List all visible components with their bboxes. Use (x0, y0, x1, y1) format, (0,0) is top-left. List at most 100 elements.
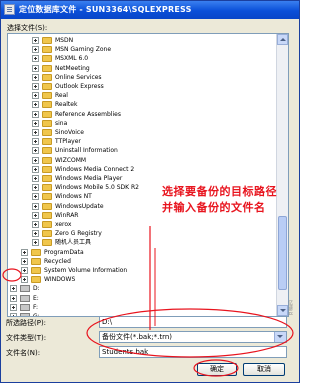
tree-row-folder-15[interactable]: Windows Media Player (8, 174, 276, 183)
tree-row-folder-5[interactable]: Outlook Express (8, 82, 276, 91)
tree-row-label: Online Services (55, 73, 102, 81)
tree-row-label: TTPlayer (55, 138, 81, 146)
path-field[interactable]: D:\ (99, 316, 287, 328)
tree-row-folder-8[interactable]: Reference Assemblies (8, 110, 276, 119)
tree-row-folder-11[interactable]: TTPlayer (8, 137, 276, 146)
expand-icon[interactable] (10, 285, 17, 293)
folder-icon (42, 83, 52, 90)
expand-icon[interactable] (32, 165, 39, 173)
select-file-label: 选择文件(S): (7, 24, 48, 32)
drive-icon (20, 294, 30, 302)
scroll-up-button[interactable] (277, 34, 288, 45)
expand-icon[interactable] (32, 129, 39, 136)
window-title: 定位数据库文件 - SUN3364\SQLEXPRESS (19, 5, 192, 14)
folder-icon (31, 248, 41, 256)
expand-icon[interactable] (32, 175, 39, 182)
tree-row-label: ProgramData (44, 248, 84, 256)
folder-icon (42, 55, 52, 63)
expand-icon[interactable] (21, 276, 28, 284)
expand-icon[interactable] (32, 64, 39, 72)
expand-icon[interactable] (32, 239, 39, 247)
cancel-button[interactable]: 取消 (243, 363, 285, 376)
tree-row-drive-2[interactable]: F: (8, 303, 276, 312)
title-bar: 定位数据库文件 - SUN3364\SQLEXPRESS (1, 1, 299, 19)
folder-icon (42, 119, 52, 127)
expand-icon[interactable] (21, 248, 28, 256)
expand-icon[interactable] (32, 92, 39, 100)
expand-icon[interactable] (32, 55, 39, 63)
expand-icon[interactable] (32, 184, 39, 192)
expand-icon[interactable] (32, 147, 39, 155)
expand-icon[interactable] (32, 221, 39, 228)
tree-row-folder-9[interactable]: sina (8, 119, 276, 128)
chevron-down-icon[interactable] (274, 332, 286, 342)
expand-icon[interactable] (32, 156, 39, 164)
file-tree[interactable]: MSDN MSN Gaming Zone MSXML 6.0 NetMeeting On… (7, 33, 289, 317)
expand-icon[interactable] (32, 193, 39, 201)
tree-row-folder-13[interactable]: WIZCOMM (8, 156, 276, 165)
tree-row-label: Windows Media Player (55, 175, 123, 182)
folder-icon (42, 64, 52, 72)
tree-row-label: NetMeeting (55, 64, 90, 72)
expand-icon[interactable] (32, 73, 39, 81)
tree-row-drive-1[interactable]: E: (8, 294, 276, 303)
tree-row-drive-0[interactable]: D: (8, 284, 276, 293)
drive-icon (20, 313, 30, 316)
tree-row-label: WinRAR (55, 211, 79, 219)
expand-icon[interactable] (32, 46, 39, 54)
expand-icon[interactable] (32, 83, 39, 90)
expand-icon[interactable] (21, 257, 28, 265)
tree-row-root-3[interactable]: WINDOWS (8, 275, 276, 284)
tree-row-folder-20[interactable]: xerox (8, 220, 276, 229)
tree-row-label: Real (55, 92, 68, 100)
folder-icon (42, 138, 52, 146)
expand-icon[interactable] (32, 202, 39, 210)
expand-icon[interactable] (32, 37, 39, 44)
tree-row-label: MSN Gaming Zone (55, 46, 112, 54)
tree-scrollbar[interactable] (276, 34, 288, 316)
scroll-thumb[interactable] (278, 216, 287, 290)
tree-row-folder-2[interactable]: MSXML 6.0 (8, 54, 276, 63)
file-type-select[interactable]: 备份文件(*.bak;*.trn) (99, 331, 287, 343)
expand-icon[interactable] (10, 303, 17, 311)
tree-row-label: G: (33, 313, 40, 317)
expand-icon[interactable] (32, 138, 39, 146)
tree-row-folder-22[interactable]: 随机人员工具 (8, 238, 276, 247)
expand-icon[interactable] (32, 101, 39, 109)
expand-icon[interactable] (21, 267, 28, 274)
expand-icon[interactable] (32, 211, 39, 219)
expand-icon[interactable] (32, 110, 39, 118)
tree-row-folder-0[interactable]: MSDN (8, 36, 276, 45)
annotation-text: 选择要备份的目标路径并输入备份的文件名 (162, 185, 277, 214)
ok-button[interactable]: 确定 (197, 363, 237, 376)
tree-row-label: D: (33, 285, 40, 293)
expand-icon[interactable] (10, 313, 17, 316)
tree-row-root-0[interactable]: ProgramData (8, 248, 276, 257)
tree-row-folder-1[interactable]: MSN Gaming Zone (8, 45, 276, 54)
tree-row-label: MSDN (55, 37, 74, 44)
folder-icon (42, 193, 52, 201)
tree-row-label: xerox (55, 221, 72, 228)
tree-row-label: MSXML 6.0 (55, 55, 89, 63)
tree-row-label: Outlook Express (55, 83, 104, 90)
tree-row-label: Reference Assemblies (55, 110, 121, 118)
tree-row-folder-21[interactable]: Zero G Registry (8, 229, 276, 238)
tree-row-folder-12[interactable]: Uninstall Information (8, 146, 276, 155)
tree-row-folder-7[interactable]: Realtek (8, 100, 276, 109)
folder-icon (42, 37, 52, 44)
tree-row-root-2[interactable]: System Volume Information (8, 266, 276, 275)
expand-icon[interactable] (32, 119, 39, 127)
tree-row-folder-6[interactable]: Real (8, 91, 276, 100)
tree-row-root-1[interactable]: Recycled (8, 257, 276, 266)
tree-row-folder-3[interactable]: NetMeeting (8, 64, 276, 73)
folder-icon (42, 101, 52, 109)
tree-row-folder-14[interactable]: Windows Media Connect 2 (8, 165, 276, 174)
file-name-input[interactable]: Students.bak (99, 346, 287, 358)
expand-icon[interactable] (10, 294, 17, 302)
tree-row-label: 随机人员工具 (55, 239, 92, 247)
tree-row-label: Windows Media Connect 2 (55, 165, 135, 173)
folder-icon (31, 257, 41, 265)
tree-row-folder-10[interactable]: SinoVoice (8, 128, 276, 137)
tree-row-folder-4[interactable]: Online Services (8, 73, 276, 82)
expand-icon[interactable] (32, 230, 39, 238)
